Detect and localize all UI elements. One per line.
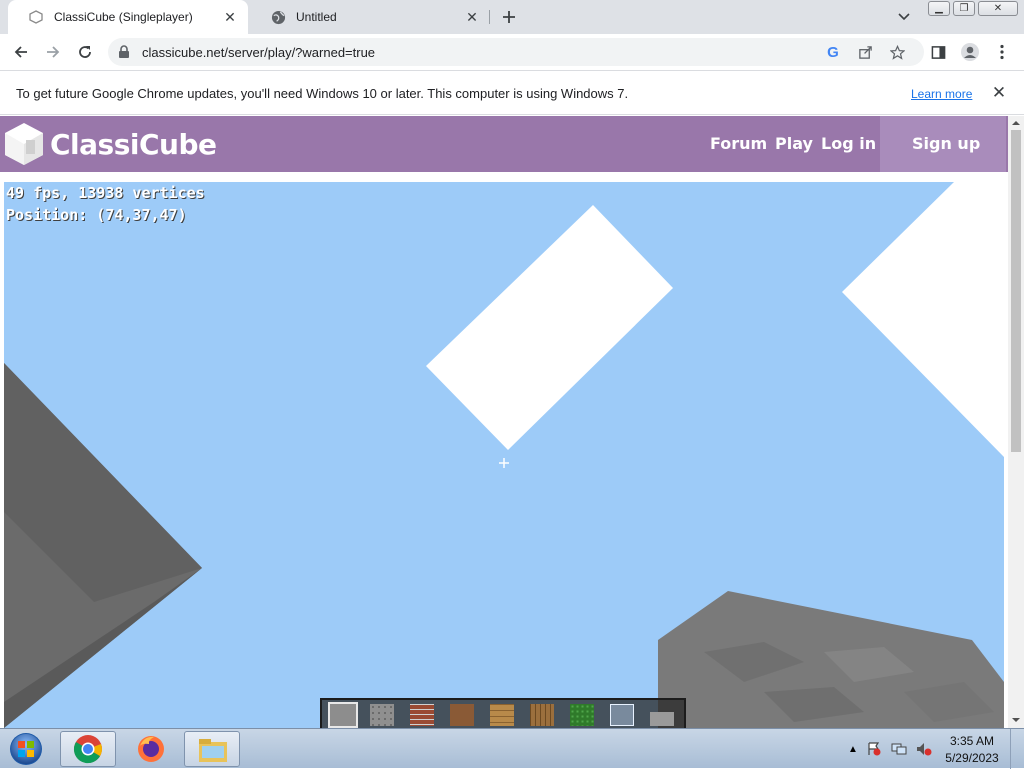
side-panel-icon xyxy=(931,45,945,59)
share-icon[interactable] xyxy=(856,43,874,61)
profile-button[interactable] xyxy=(960,42,980,62)
logo-text: ClassiCube xyxy=(50,127,217,161)
action-center-icon[interactable] xyxy=(866,741,882,757)
clock-time[interactable]: 3:35 AM xyxy=(940,734,1004,748)
file-explorer-icon xyxy=(199,739,227,762)
browser-toolbar: classicube.net/server/play/?warned=true … xyxy=(0,34,1024,71)
page-scrollbar[interactable] xyxy=(1008,116,1024,728)
back-button[interactable] xyxy=(8,39,34,65)
taskbar-chrome-button[interactable] xyxy=(60,731,116,767)
tab-untitled[interactable]: Untitled ✕ xyxy=(250,0,490,34)
update-infobar: To get future Google Chrome updates, you… xyxy=(0,71,1024,115)
tab-close-icon[interactable]: ✕ xyxy=(464,9,480,25)
address-bar[interactable]: classicube.net/server/play/?warned=true … xyxy=(108,38,924,66)
nav-login-link[interactable]: Log in xyxy=(821,134,876,153)
forward-button[interactable] xyxy=(40,39,66,65)
scroll-thumb[interactable] xyxy=(1011,130,1021,452)
minimize-icon: ▁ xyxy=(935,3,943,14)
restore-button[interactable]: ❐ xyxy=(953,1,975,16)
classicube-logo-icon xyxy=(5,123,43,165)
start-button[interactable] xyxy=(6,731,46,767)
page-content: ClassiCube Forum Play Log in Sign up 49 … xyxy=(0,116,1008,728)
tab-title: Untitled xyxy=(296,10,337,24)
hotbar-slot-cobblestone[interactable] xyxy=(370,704,394,726)
hotbar-slot-dirt[interactable] xyxy=(450,704,474,726)
hotbar-slot-slab[interactable] xyxy=(650,712,674,726)
restore-icon: ❐ xyxy=(959,3,969,14)
taskbar-firefox-button[interactable] xyxy=(124,731,180,767)
arrow-left-icon xyxy=(14,46,27,58)
hotbar[interactable] xyxy=(320,698,686,728)
cloud xyxy=(426,205,673,450)
nav-signup-button[interactable]: Sign up xyxy=(880,116,1006,172)
nav-signup-label: Sign up xyxy=(912,134,981,153)
show-hidden-icons[interactable]: ▲ xyxy=(845,741,861,757)
reload-icon xyxy=(79,46,91,58)
close-icon: ✕ xyxy=(993,3,1003,14)
crosshair-icon xyxy=(499,458,509,468)
firefox-icon xyxy=(138,736,164,762)
chrome-icon xyxy=(73,735,102,764)
hotbar-slot-planks[interactable] xyxy=(490,704,514,726)
hud-fps: 49 fps, 13938 vertices xyxy=(6,184,205,202)
infobar-message: To get future Google Chrome updates, you… xyxy=(16,86,629,101)
arrow-right-icon xyxy=(47,46,60,58)
scroll-down-icon[interactable] xyxy=(1008,714,1024,726)
clock-date[interactable]: 5/29/2023 xyxy=(940,751,1004,765)
nav-play-link[interactable]: Play xyxy=(775,134,813,153)
tab-title: ClassiCube (Singleplayer) xyxy=(54,10,193,24)
minimize-button[interactable]: ▁ xyxy=(928,1,950,16)
new-tab-button[interactable] xyxy=(496,4,522,30)
nav-forum-link[interactable]: Forum xyxy=(710,134,767,153)
show-desktop-button[interactable] xyxy=(1010,729,1024,769)
infobar-close-icon[interactable]: ✕ xyxy=(989,83,1009,103)
game-scene xyxy=(4,182,1004,728)
windows-start-icon xyxy=(10,733,42,765)
tab-separator xyxy=(489,10,490,24)
plus-icon xyxy=(503,11,515,23)
classicube-favicon-icon xyxy=(28,9,44,25)
tab-strip: ClassiCube (Singleplayer) ✕ Untitled ✕ ▁… xyxy=(0,0,1024,34)
hud-position: Position: (74,37,47) xyxy=(6,206,187,224)
hotbar-slot-glass[interactable] xyxy=(610,704,634,726)
avatar-icon xyxy=(961,43,979,61)
tab-close-icon[interactable]: ✕ xyxy=(222,9,238,25)
tab-classicube[interactable]: ClassiCube (Singleplayer) ✕ xyxy=(8,0,248,34)
lock-icon xyxy=(119,45,129,58)
bookmark-star-icon[interactable] xyxy=(888,43,906,61)
menu-button[interactable] xyxy=(992,42,1012,62)
site-header: ClassiCube Forum Play Log in Sign up xyxy=(0,116,1008,172)
hotbar-slot-leaves[interactable] xyxy=(570,704,594,726)
chevron-down-icon xyxy=(898,13,910,21)
hotbar-slot-log[interactable] xyxy=(530,704,554,726)
site-logo[interactable]: ClassiCube xyxy=(4,121,217,167)
cloud xyxy=(842,182,1004,457)
windows-taskbar: ▲ 3:35 AM 5/29/2023 xyxy=(0,728,1024,769)
learn-more-link[interactable]: Learn more xyxy=(911,87,972,101)
kebab-menu-icon xyxy=(1000,44,1004,60)
taskbar-explorer-button[interactable] xyxy=(184,731,240,767)
hotbar-slot-stone[interactable] xyxy=(328,702,358,728)
network-icon[interactable] xyxy=(891,741,907,757)
url-text: classicube.net/server/play/?warned=true xyxy=(142,45,376,60)
google-lens-icon[interactable]: G xyxy=(824,43,842,61)
volume-muted-icon[interactable] xyxy=(916,741,932,757)
reload-button[interactable] xyxy=(72,39,98,65)
side-panel-button[interactable] xyxy=(928,42,948,62)
scroll-up-icon[interactable] xyxy=(1008,117,1024,129)
globe-icon xyxy=(270,9,286,25)
game-canvas[interactable]: 49 fps, 13938 vertices Position: (74,37,… xyxy=(4,182,1004,728)
tab-search-button[interactable] xyxy=(893,6,915,28)
hotbar-slot-brick[interactable] xyxy=(410,704,434,726)
close-window-button[interactable]: ✕ xyxy=(978,1,1018,16)
